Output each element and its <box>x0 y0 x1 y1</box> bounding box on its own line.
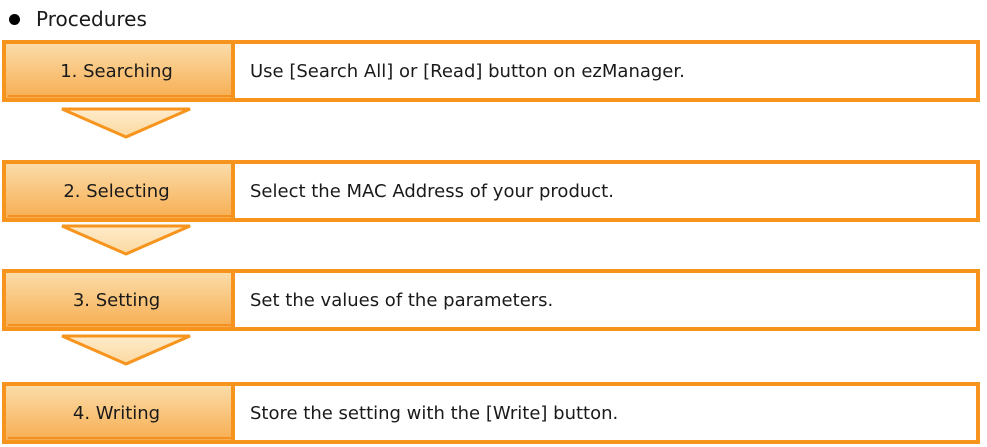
heading-text: Procedures <box>36 7 147 31</box>
step-setting: 3. Setting Set the values of the paramet… <box>2 269 980 331</box>
step-description: Store the setting with the [Write] butto… <box>250 402 619 424</box>
down-chevron-arrow <box>61 334 191 366</box>
step-selecting: 2. Selecting Select the MAC Address of y… <box>2 160 980 222</box>
step-label: 1. Searching <box>60 60 173 82</box>
step-description: Use [Search All] or [Read] button on ezM… <box>250 60 685 82</box>
down-chevron-arrow <box>61 107 191 139</box>
step-writing: 4. Writing Store the setting with the [W… <box>2 382 980 444</box>
section-heading: Procedures <box>6 4 147 34</box>
step-label: 2. Selecting <box>63 180 170 202</box>
step-label: 4. Writing <box>72 402 161 424</box>
step-description: Set the values of the parameters. <box>250 289 554 311</box>
step-searching: 1. Searching Use [Search All] or [Read] … <box>2 40 980 102</box>
step-description: Select the MAC Address of your product. <box>250 180 614 202</box>
bullet-icon <box>9 13 20 25</box>
down-chevron-arrow <box>61 224 191 256</box>
step-label: 3. Setting <box>72 289 161 311</box>
